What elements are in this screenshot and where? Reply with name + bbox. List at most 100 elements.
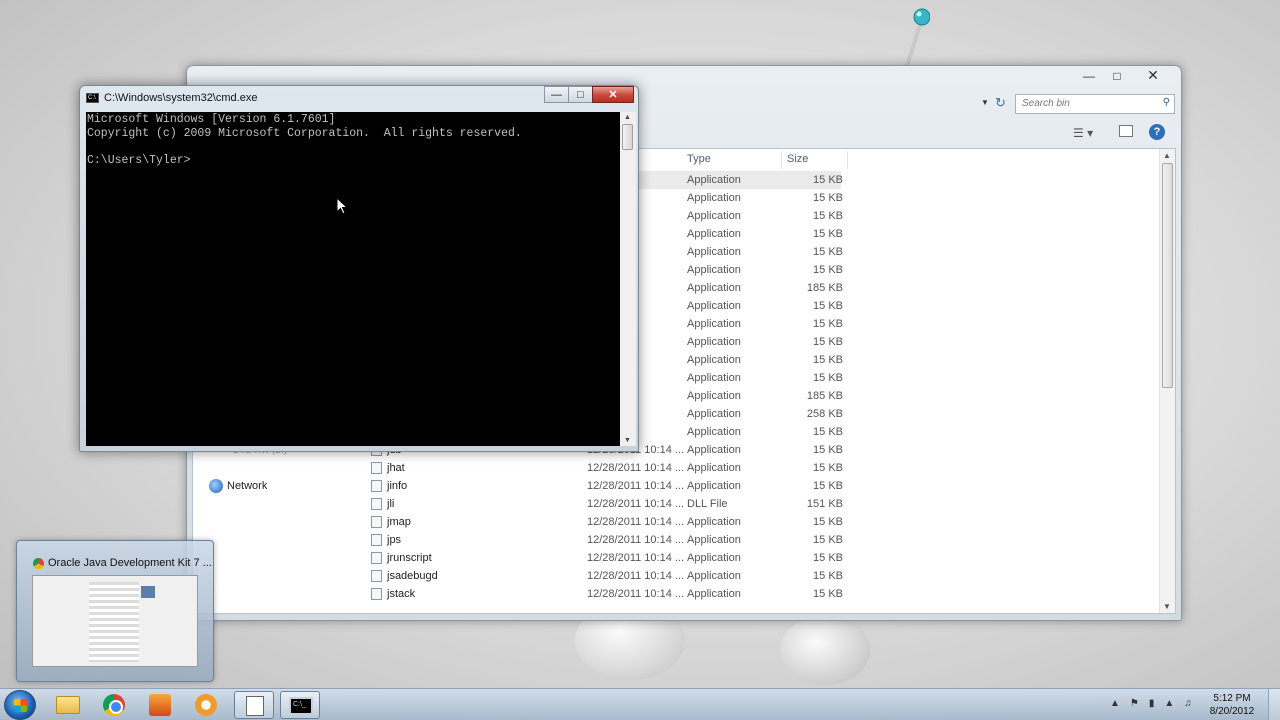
file-row[interactable]: jsadebugd 12/28/2011 10:14 ... Application… (361, 567, 843, 585)
file-type: Application (687, 552, 741, 564)
column-header-size[interactable]: Size (787, 153, 808, 171)
minimize-button[interactable]: — (544, 86, 569, 103)
file-type: Application (687, 390, 741, 402)
file-row[interactable]: jrunscript 12/28/2011 10:14 ... Applicatio… (361, 549, 843, 567)
file-row[interactable]: jstack 12/28/2011 10:14 ... Application 15 … (361, 585, 843, 603)
media-player-icon (195, 694, 217, 716)
column-separator[interactable] (847, 151, 848, 169)
cmd-icon: C:\ (86, 93, 99, 103)
document-icon (246, 696, 264, 716)
file-date: 12/28/2011 10:14 ... (587, 552, 685, 564)
file-type: Application (687, 282, 741, 294)
start-button[interactable] (4, 690, 36, 720)
scrollbar-thumb[interactable] (1162, 163, 1173, 388)
scroll-up-icon[interactable]: ▲ (624, 114, 631, 121)
file-size: 185 KB (806, 390, 843, 402)
file-size: 15 KB (813, 426, 843, 438)
nav-item-network[interactable]: Network (209, 479, 267, 493)
clock-time: 5:12 PM (1213, 693, 1251, 704)
file-name: jsadebugd (387, 570, 438, 582)
volume-icon[interactable]: ♫ (1184, 698, 1192, 709)
maximize-button[interactable]: □ (1103, 66, 1131, 85)
refresh-icon[interactable]: ↻ (995, 95, 1006, 111)
taskbar-document-button[interactable] (234, 691, 274, 719)
taskbar: C:\_ ▲ ⚑ ▮ ▲ ♫ 5:12 PM 8/20/2012 (0, 688, 1280, 720)
file-type: Application (687, 228, 741, 240)
file-size: 15 KB (813, 372, 843, 384)
console-output[interactable]: Microsoft Windows [Version 6.1.7601] Cop… (86, 112, 620, 446)
file-size: 15 KB (813, 264, 843, 276)
file-date: 12/28/2011 10:14 ... (587, 480, 685, 492)
file-row[interactable]: jinfo 12/28/2011 10:14 ... Application 15 K… (361, 477, 843, 495)
file-row[interactable]: jps 12/28/2011 10:14 ... Application 15 KB (361, 531, 843, 549)
taskbar-explorer-button[interactable] (48, 691, 88, 719)
clock[interactable]: 5:12 PM 8/20/2012 (1200, 692, 1264, 718)
file-size: 15 KB (813, 552, 843, 564)
file-name: jmap (387, 516, 411, 528)
file-type: Application (687, 192, 741, 204)
file-size: 15 KB (813, 462, 843, 474)
file-size: 15 KB (813, 246, 843, 258)
taskbar-firefox-button[interactable] (140, 691, 180, 719)
thumbnail-image[interactable] (32, 575, 198, 667)
explorer-window-controls: — □ ✕ (1075, 66, 1175, 85)
address-dropdown-icon[interactable]: ▼ (981, 98, 989, 107)
show-hidden-icons-icon[interactable]: ▲ (1110, 698, 1120, 709)
file-row[interactable]: jhat 12/28/2011 10:14 ... Application 15 KB (361, 459, 843, 477)
file-type: Application (687, 534, 741, 546)
action-center-flag-icon[interactable]: ⚑ (1130, 698, 1139, 709)
taskbar-thumbnail-preview[interactable]: Oracle Java Development Kit 7 ... (16, 540, 214, 682)
network-icon (209, 479, 223, 493)
network-tray-icon[interactable]: ▲ (1164, 698, 1174, 709)
cmd-window[interactable]: C:\ C:\Windows\system32\cmd.exe — □ ✕ Mi… (79, 85, 639, 452)
show-desktop-button[interactable] (1268, 689, 1280, 720)
column-separator[interactable] (781, 151, 782, 169)
file-type: Application (687, 408, 741, 420)
search-icon[interactable]: ⚲ (1163, 97, 1170, 108)
close-button[interactable]: ✕ (1131, 66, 1175, 85)
file-type: Application (687, 300, 741, 312)
taskbar-cmd-button[interactable]: C:\_ (280, 691, 320, 719)
file-size: 15 KB (813, 336, 843, 348)
file-icon (371, 480, 382, 492)
taskbar-media-player-button[interactable] (186, 691, 226, 719)
file-name: jhat (387, 462, 405, 474)
battery-icon[interactable]: ▮ (1149, 698, 1155, 709)
file-row[interactable]: jli 12/28/2011 10:14 ... DLL File 151 KB (361, 495, 843, 513)
clock-date: 8/20/2012 (1209, 706, 1255, 717)
file-icon (371, 516, 382, 528)
file-date: 12/28/2011 10:14 ... (587, 588, 685, 600)
file-type: Application (687, 426, 741, 438)
file-size: 15 KB (813, 210, 843, 222)
file-type: Application (687, 210, 741, 222)
close-button[interactable]: ✕ (592, 86, 634, 103)
cmd-titlebar[interactable]: C:\ C:\Windows\system32\cmd.exe (86, 92, 257, 104)
scroll-down-icon[interactable]: ▼ (624, 437, 631, 444)
cmd-scrollbar[interactable]: ▲ ▼ (620, 112, 636, 446)
chrome-icon (33, 557, 44, 569)
change-view-icon[interactable]: ☰ ▾ (1073, 126, 1093, 140)
file-row[interactable]: jmap 12/28/2011 10:14 ... Application 15 KB (361, 513, 843, 531)
file-icon (371, 588, 382, 600)
console-line: Copyright (c) 2009 Microsoft Corporation… (87, 126, 522, 140)
help-icon[interactable]: ? (1149, 124, 1165, 140)
taskbar-chrome-button[interactable] (94, 691, 134, 719)
file-icon (371, 570, 382, 582)
column-header-type[interactable]: Type (687, 153, 711, 171)
mouse-cursor-icon (336, 196, 349, 218)
scrollbar-thumb[interactable] (622, 124, 633, 150)
scroll-up-icon[interactable]: ▲ (1163, 151, 1171, 160)
file-list-scrollbar[interactable]: ▲ ▼ (1159, 149, 1175, 613)
file-size: 15 KB (813, 534, 843, 546)
nav-item-label: Network (227, 480, 268, 492)
search-input[interactable]: Search bin ⚲ (1015, 94, 1175, 114)
preview-pane-icon[interactable] (1119, 125, 1133, 137)
minimize-button[interactable]: — (1075, 66, 1103, 85)
scroll-down-icon[interactable]: ▼ (1163, 602, 1171, 611)
maximize-button[interactable]: □ (568, 86, 593, 103)
cmd-icon: C:\_ (289, 697, 313, 715)
file-size: 15 KB (813, 516, 843, 528)
search-placeholder: Search bin (1022, 98, 1070, 109)
console-prompt[interactable]: C:\Users\Tyler> (87, 154, 619, 168)
file-size: 15 KB (813, 354, 843, 366)
